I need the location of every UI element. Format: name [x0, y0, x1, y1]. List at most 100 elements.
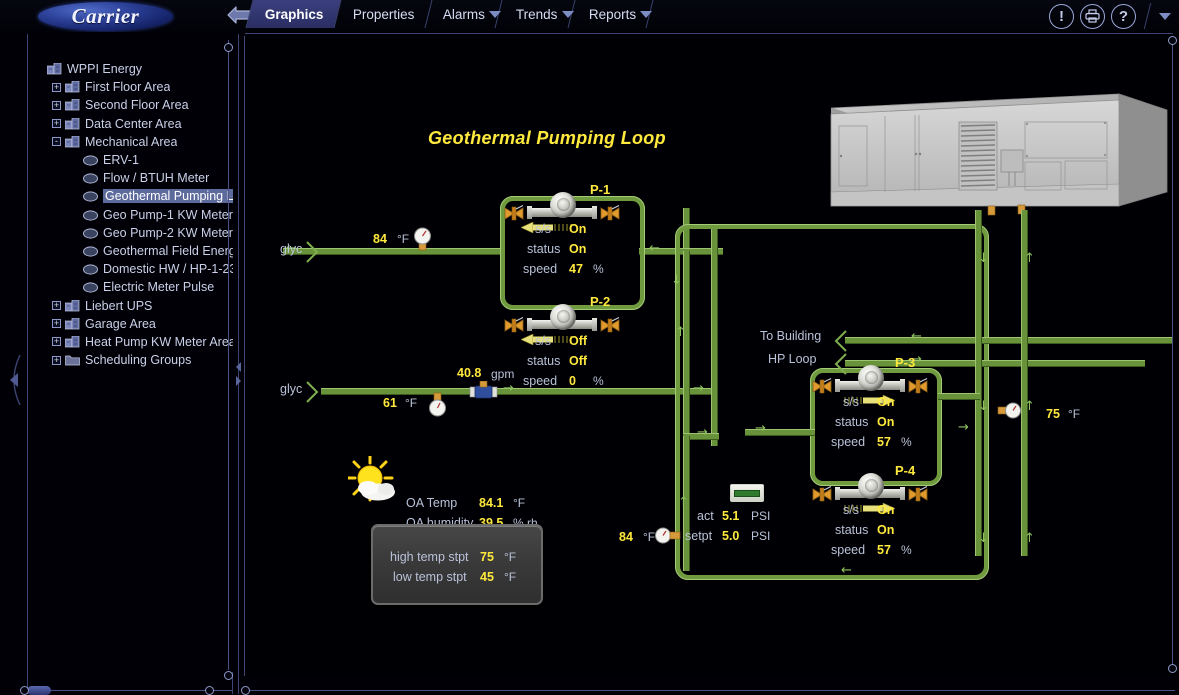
- isolation-valve-outlet-icon[interactable]: [599, 317, 620, 333]
- vertical-scrollbar-main[interactable]: [1172, 40, 1173, 670]
- tab-properties[interactable]: Properties: [334, 0, 432, 28]
- tree-hscroll-knob-left[interactable]: [20, 686, 29, 695]
- isolation-valve-inlet-icon[interactable]: [811, 378, 832, 394]
- tree-item-flow-btuh-meter[interactable]: Flow / BTUH Meter: [28, 169, 233, 187]
- pump-assembly-p-2[interactable]: [503, 304, 621, 346]
- expand-icon[interactable]: +: [52, 301, 61, 311]
- flow-arrow-down-1: ↓: [671, 273, 682, 288]
- collapse-left-handle[interactable]: [4, 354, 24, 410]
- scroll-knob-top[interactable]: [1168, 36, 1177, 45]
- tree-item-mechanical-area[interactable]: - Mechanical Area: [28, 133, 233, 151]
- terminator-return: [306, 381, 319, 403]
- expand-icon[interactable]: +: [52, 337, 61, 347]
- tree-item-wppi-energy[interactable]: WPPI Energy: [28, 60, 233, 78]
- tree-item-geothermal-field-energy-m[interactable]: Geothermal Field Energy M: [28, 242, 233, 260]
- pump-assembly-p-4[interactable]: [811, 473, 929, 515]
- low-temp-setpoint-unit: °F: [504, 570, 517, 584]
- horizontal-scrollbar-tree[interactable]: [28, 690, 232, 691]
- isolation-valve-inlet-icon[interactable]: [503, 205, 524, 221]
- flow-arrow-supply-in: ←: [649, 241, 660, 256]
- pump-volute-icon[interactable]: [858, 365, 884, 391]
- pump-name-p-3: P-3: [895, 355, 916, 370]
- pump-flange-right: [900, 487, 905, 500]
- tree-item-label: Data Center Area: [85, 116, 182, 131]
- pump-p-3-speed-unit: %: [901, 435, 912, 449]
- pipe-hp-loop: [845, 360, 1145, 367]
- building-icon: [64, 335, 80, 348]
- scroll-knob-bottom[interactable]: [1168, 664, 1177, 673]
- alert-button[interactable]: !: [1049, 3, 1074, 29]
- tree-item-label: First Floor Area: [85, 80, 171, 95]
- tree-item-erv-1[interactable]: ERV-1: [28, 151, 233, 169]
- expand-icon[interactable]: +: [52, 119, 61, 129]
- main-hscroll-knob-left[interactable]: [241, 686, 250, 695]
- low-temp-setpoint-value[interactable]: 45: [480, 570, 494, 584]
- isolation-valve-inlet-icon[interactable]: [503, 317, 524, 333]
- pump-volute-icon[interactable]: [858, 473, 884, 499]
- pump-p-3-ss-label: s/s: [843, 395, 859, 409]
- tab-dropdown-reports-icon[interactable]: [639, 11, 652, 18]
- tree-item-data-center-area[interactable]: + Data Center Area: [28, 115, 233, 133]
- isolation-valve-outlet-icon[interactable]: [599, 205, 620, 221]
- pump-p-1-speed-value: 47: [569, 262, 583, 276]
- terminator-to-building: [834, 330, 847, 352]
- tab-dropdown-trends-icon[interactable]: [561, 11, 574, 18]
- expand-icon[interactable]: +: [52, 319, 61, 329]
- pump-p-1-speed-unit: %: [593, 262, 604, 276]
- tree-hscroll-knob-right[interactable]: [205, 686, 214, 695]
- pump-volute-icon[interactable]: [550, 192, 576, 218]
- tab-label: Properties: [352, 6, 415, 22]
- tree-item-first-floor-area[interactable]: + First Floor Area: [28, 78, 233, 96]
- flow-arrow-rr-up3: ↑: [1024, 531, 1035, 546]
- isolation-valve-outlet-icon[interactable]: [907, 486, 928, 502]
- vertical-scrollbar-tree[interactable]: [228, 40, 229, 670]
- tree-hscroll-thumb[interactable]: [27, 686, 51, 695]
- tree-item-garage-area[interactable]: + Garage Area: [28, 315, 233, 333]
- main-tab-bar[interactable]: Graphics Properties Alarms Trends Reports: [245, 0, 654, 32]
- isolation-valve-outlet-icon[interactable]: [907, 378, 928, 394]
- flow-arrow-rr-down1: ↓: [978, 251, 989, 266]
- expand-icon[interactable]: +: [52, 82, 61, 92]
- print-button[interactable]: [1080, 3, 1105, 29]
- tree-item-heat-pump-kw-meter-area[interactable]: + Heat Pump KW Meter Area: [28, 333, 233, 351]
- pump-volute-icon[interactable]: [550, 304, 576, 330]
- help-button[interactable]: ?: [1111, 3, 1136, 29]
- horizontal-scrollbar-main[interactable]: [245, 690, 1175, 691]
- collapse-icon[interactable]: -: [52, 137, 61, 147]
- flow-value: 40.8: [457, 366, 482, 380]
- high-temp-setpoint-value[interactable]: 75: [480, 550, 494, 564]
- isolation-valve-inlet-icon[interactable]: [811, 486, 832, 502]
- setpoint-panel[interactable]: high temp stpt 75 °F low temp stpt 45 °F: [371, 524, 543, 605]
- tree-item-geo-pump-2-kw-meter[interactable]: Geo Pump-2 KW Meter: [28, 224, 233, 242]
- expand-icon[interactable]: +: [52, 100, 61, 110]
- tree-item-liebert-ups[interactable]: + Liebert UPS: [28, 296, 233, 314]
- pump-flange-left: [527, 206, 532, 219]
- tree-scroll-knob-bottom[interactable]: [224, 671, 233, 680]
- tree-item-domestic-hw-hp-1-23[interactable]: Domestic HW / HP-1-23: [28, 260, 233, 278]
- temperature-gauge-hp-supply: [997, 400, 1023, 422]
- tab-label: Reports: [588, 6, 636, 22]
- tree-item-geothermal-pumping-loop[interactable]: Geothermal Pumping Loop: [28, 187, 233, 205]
- tree-resize-handle[interactable]: [233, 358, 243, 403]
- pump-assembly-p-1[interactable]: [503, 192, 621, 234]
- tree-item-scheduling-groups[interactable]: + Scheduling Groups: [28, 351, 233, 369]
- tree-item-second-floor-area[interactable]: + Second Floor Area: [28, 96, 233, 114]
- transducer-display: [734, 489, 760, 497]
- oa-temp-value: 84.1: [479, 496, 504, 510]
- pump-assembly-p-3[interactable]: [811, 365, 929, 407]
- flow-arrow-return-2: →: [693, 381, 704, 396]
- flow-arrow-right-1: →: [697, 425, 708, 440]
- hp-supply-temp-unit: °F: [1068, 407, 1081, 421]
- oa-temp-label: OA Temp: [406, 496, 458, 510]
- pump-p-4-speed-label: speed: [831, 543, 866, 557]
- pump-p-4-speed-value: 57: [877, 543, 891, 557]
- tree-scroll-knob-top[interactable]: [224, 43, 233, 52]
- tree-item-label: Garage Area: [85, 316, 156, 331]
- expand-icon[interactable]: +: [52, 355, 61, 365]
- navigation-tree[interactable]: WPPI Energy + First Floor Area + Second Floo…: [28, 32, 233, 672]
- chevron-down-icon[interactable]: [1159, 12, 1171, 20]
- tree-item-electric-meter-pulse[interactable]: Electric Meter Pulse: [28, 278, 233, 296]
- tree-item-geo-pump-1-kw-meter[interactable]: Geo Pump-1 KW Meter: [28, 206, 233, 224]
- tree-item-label: Electric Meter Pulse: [103, 280, 215, 295]
- tab-graphics[interactable]: Graphics: [245, 0, 342, 28]
